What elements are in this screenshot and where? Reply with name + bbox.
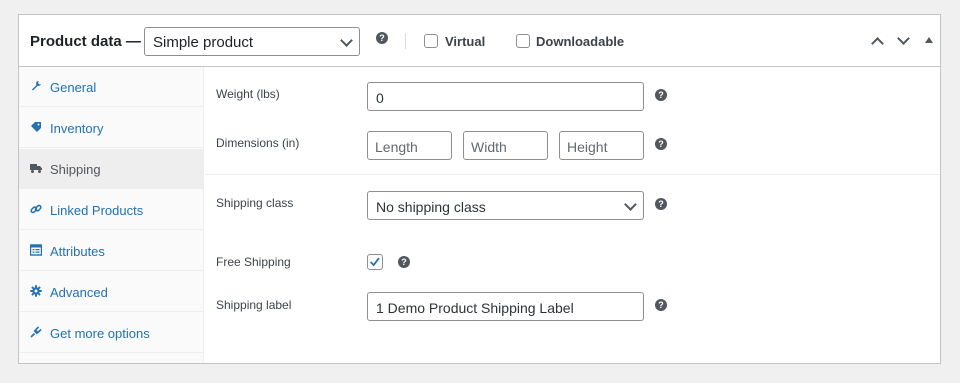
shipping-label-label: Shipping label [216,298,292,312]
gear-icon [30,285,42,297]
plugin-icon [30,326,42,338]
shipping-label-input[interactable]: 1 Demo Product Shipping Label [367,292,644,321]
length-placeholder: Length [375,139,418,155]
divider [405,33,406,49]
tab-label: Get more options [50,326,150,341]
tab-label: General [50,80,97,95]
help-icon[interactable]: ? [655,138,667,150]
tab-label: Shipping [50,162,101,177]
truck-icon [30,164,42,173]
tab-label: Inventory [50,121,104,136]
product-type-value: Simple product [153,34,254,51]
downloadable-label: Downloadable [536,34,625,49]
shipping-class-label: Shipping class [216,196,294,210]
help-icon[interactable]: ? [655,198,667,210]
shipping-class-value: No shipping class [376,199,486,215]
tag-icon [31,122,41,132]
tab-linked-products[interactable]: Linked Products [19,190,203,230]
help-icon[interactable]: ? [655,299,667,311]
virtual-label: Virtual [445,34,486,49]
move-up-icon[interactable] [871,37,884,50]
weight-value: 0 [376,90,384,106]
height-placeholder: Height [567,139,608,155]
height-input[interactable]: Height [559,131,644,160]
free-shipping-label: Free Shipping [216,255,291,269]
panel-header: Product data — Simple product ? Virtual … [19,15,940,67]
panel-title: Product data — [30,33,141,50]
wrench-icon [32,80,41,91]
chevron-down-icon [624,198,637,211]
shipping-class-select[interactable]: No shipping class [367,191,644,220]
tab-inventory[interactable]: Inventory [19,108,203,148]
tab-label: Linked Products [50,203,144,218]
weight-input[interactable]: 0 [367,82,644,111]
chevron-down-icon [340,34,353,47]
link-icon [30,204,42,214]
table-icon [30,244,42,256]
shipping-label-value: 1 Demo Product Shipping Label [376,300,574,316]
dimensions-label: Dimensions (in) [216,136,300,150]
length-input[interactable]: Length [367,131,452,160]
virtual-checkbox[interactable] [424,34,438,48]
tab-label: Advanced [50,285,108,300]
help-icon[interactable]: ? [655,89,667,101]
tab-get-more-options[interactable]: Get more options [19,313,203,353]
section-divider [205,174,940,175]
tab-label: Attributes [50,244,105,259]
width-input[interactable]: Width [463,131,548,160]
checkmark-icon [370,257,380,267]
width-placeholder: Width [471,139,507,155]
move-down-icon[interactable] [897,32,910,45]
tab-general[interactable]: General [19,67,203,107]
help-icon[interactable]: ? [376,32,388,44]
product-data-tabs: General Inventory Shipping Linked Produc… [19,67,204,363]
product-type-select[interactable]: Simple product [144,27,360,56]
tab-advanced[interactable]: Advanced [19,272,203,312]
help-icon[interactable]: ? [398,256,410,268]
free-shipping-checkbox[interactable] [367,254,383,270]
weight-label: Weight (lbs) [216,87,280,101]
collapse-toggle-icon[interactable] [925,37,933,43]
tab-attributes[interactable]: Attributes [19,231,203,271]
downloadable-checkbox[interactable] [516,34,530,48]
product-data-panel: Product data — Simple product ? Virtual … [18,14,941,364]
tab-shipping[interactable]: Shipping [19,149,203,189]
